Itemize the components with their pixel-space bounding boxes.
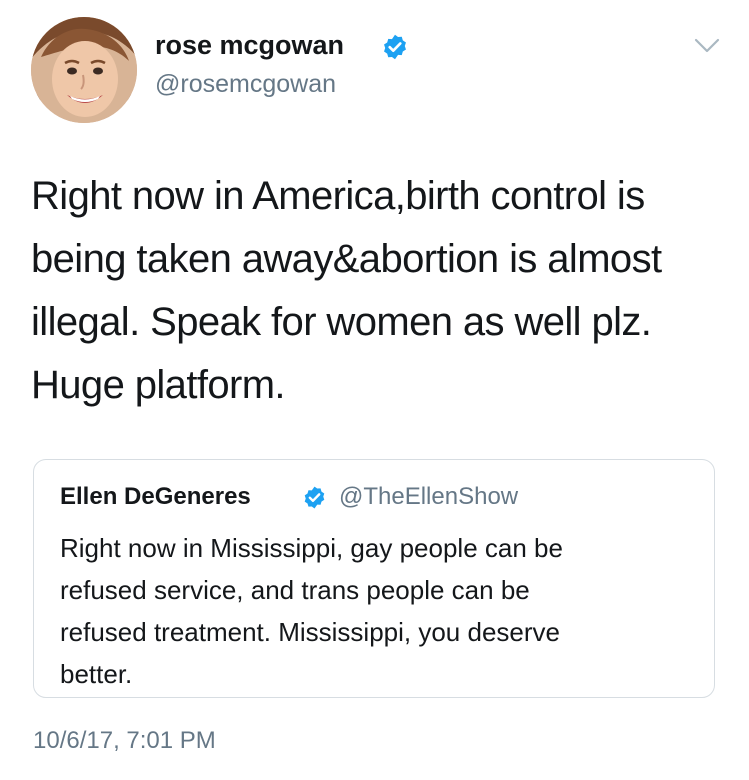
author-avatar[interactable] <box>31 17 137 123</box>
chevron-down-icon[interactable] <box>693 36 721 56</box>
verified-badge-icon <box>384 34 406 60</box>
author-name[interactable]: rose mcgowan <box>155 30 344 61</box>
tweet-timestamp[interactable]: 10/6/17, 7:01 PM <box>33 727 216 755</box>
quoted-tweet[interactable]: Ellen DeGeneres @TheEllenShow Right now … <box>33 459 715 698</box>
tweet-card: rose mcgowan @rosemcgowan Right now in A… <box>0 0 749 780</box>
avatar-image <box>31 17 137 123</box>
quoted-author-name: Ellen DeGeneres <box>60 483 251 510</box>
quoted-author-handle: @TheEllenShow <box>339 483 519 510</box>
tweet-text: Right now in America,birth control is be… <box>31 174 662 407</box>
verified-badge-icon <box>304 486 325 509</box>
quoted-tweet-text: Right now in Mississippi, gay people can… <box>60 533 563 689</box>
author-handle[interactable]: @rosemcgowan <box>155 70 336 99</box>
